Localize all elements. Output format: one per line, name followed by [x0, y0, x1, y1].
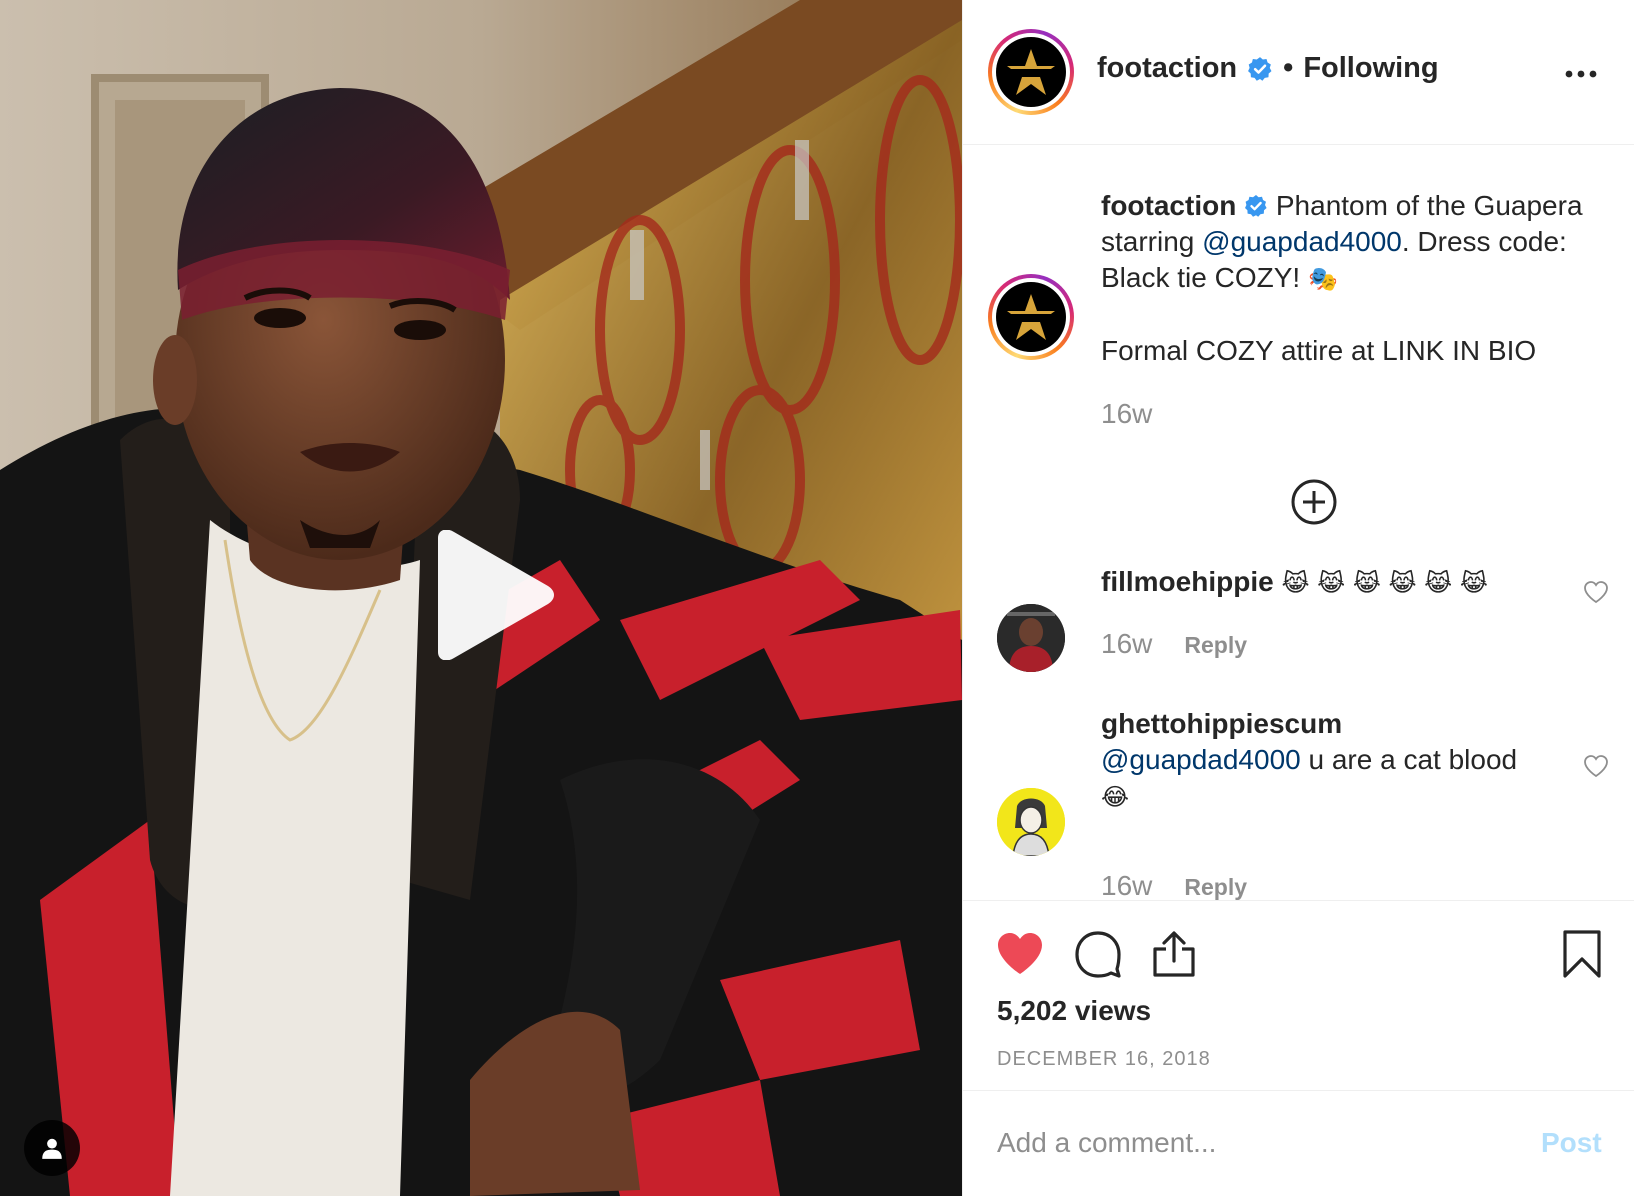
reply-button[interactable]: Reply: [1184, 874, 1247, 900]
comment-meta: 16w Reply: [1101, 870, 1247, 900]
caption-text: footaction Phantom of the Guapera starri…: [1101, 188, 1606, 369]
post-comment-button[interactable]: Post: [1541, 1127, 1602, 1159]
comment-emojis: 😹 😹 😹 😹 😹 😹: [1281, 569, 1488, 597]
comment-input[interactable]: [997, 1121, 1497, 1165]
play-icon: [438, 529, 554, 661]
comment-like-heart-icon[interactable]: [1583, 754, 1609, 778]
commenter-avatar[interactable]: [997, 604, 1065, 672]
verified-badge-icon: [1248, 56, 1272, 81]
caption-body-3: Formal COZY attire at LINK IN BIO: [1101, 335, 1537, 366]
caption-author-avatar[interactable]: [988, 274, 1074, 360]
commenter-avatar[interactable]: [997, 788, 1065, 856]
comment-timestamp: 16w: [1101, 870, 1153, 900]
comment-mention[interactable]: @guapdad4000: [1101, 744, 1301, 775]
comment-meta: 16w Reply: [1101, 628, 1247, 660]
comment-like-heart-icon[interactable]: [1583, 580, 1609, 604]
comment-timestamp: 16w: [1101, 628, 1153, 659]
comment-emoji: 😂: [1101, 783, 1130, 811]
header-username-row: footaction • Following: [1097, 52, 1439, 85]
comment-text: ghettohippiescum @guapdad4000 u are a ca…: [1101, 706, 1541, 815]
comment-username[interactable]: ghettohippiescum: [1101, 708, 1342, 739]
post-actions: 5,202 views DECEMBER 16, 2018: [963, 900, 1634, 1090]
post-video[interactable]: [0, 0, 962, 1196]
commenter-photo: [997, 604, 1065, 672]
post-date: DECEMBER 16, 2018: [997, 1048, 1211, 1070]
caption-mention[interactable]: @guapdad4000: [1202, 226, 1402, 257]
caption-username[interactable]: footaction: [1101, 190, 1236, 221]
author-avatar[interactable]: [988, 29, 1074, 115]
footaction-logo: [1004, 49, 1058, 95]
footaction-logo: [1004, 294, 1058, 340]
author-username[interactable]: footaction: [1097, 52, 1237, 85]
reply-button[interactable]: Reply: [1184, 632, 1247, 659]
comment-username[interactable]: fillmoehippie: [1101, 566, 1274, 597]
verified-badge-icon: [1245, 195, 1267, 217]
comment-icon[interactable]: [1073, 929, 1123, 979]
separator-dot: •: [1283, 52, 1294, 84]
commenter-photo: [997, 788, 1065, 856]
view-count[interactable]: 5,202 views: [997, 995, 1151, 1027]
post-header: footaction • Following: [963, 0, 1634, 145]
heart-icon[interactable]: [995, 929, 1045, 979]
caption-timestamp: 16w: [1101, 398, 1153, 429]
share-icon[interactable]: [1149, 929, 1199, 979]
comments-list[interactable]: footaction Phantom of the Guapera starri…: [963, 146, 1634, 900]
caption-emoji: 🎭: [1307, 265, 1338, 293]
comment-body: u are a cat blood: [1300, 744, 1518, 775]
comment-text: fillmoehippie 😹 😹 😹 😹 😹 😹: [1101, 564, 1541, 601]
add-comment-bar: Post: [963, 1090, 1634, 1196]
following-button[interactable]: Following: [1303, 52, 1438, 85]
user-tag-button[interactable]: [24, 1120, 80, 1176]
post-details-panel: footaction • Following footaction Phanto…: [962, 0, 1634, 1196]
bookmark-icon[interactable]: [1557, 929, 1607, 979]
more-options-icon[interactable]: [1563, 62, 1599, 86]
user-tag-icon: [42, 1138, 62, 1159]
plus-circle-icon[interactable]: [1290, 478, 1338, 526]
play-button[interactable]: [426, 529, 556, 661]
